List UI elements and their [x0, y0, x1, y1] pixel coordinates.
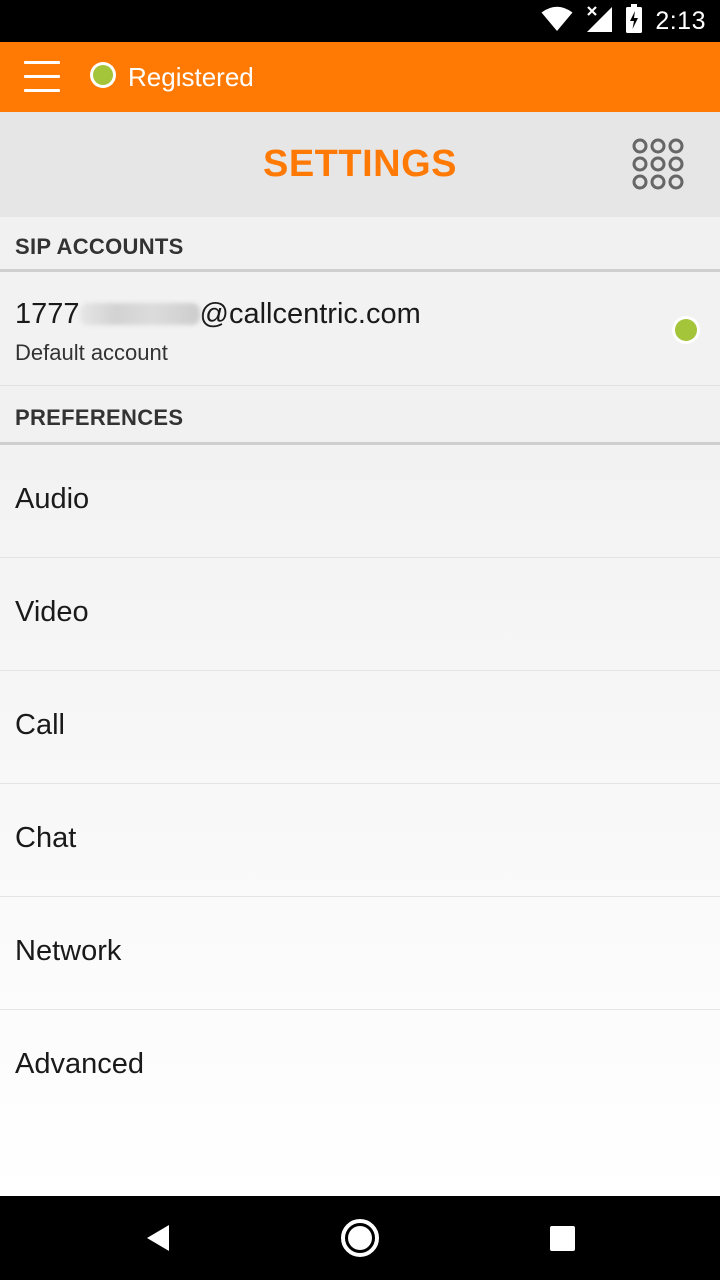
pref-item-video[interactable]: Video [0, 558, 720, 671]
pref-item-label: Network [15, 935, 122, 967]
battery-charging-icon [625, 3, 643, 39]
preferences-list: Audio Video Call Chat Network Advanced [0, 445, 720, 1196]
sip-accounts-header-label: SIP ACCOUNTS [15, 234, 184, 259]
pref-item-label: Call [15, 709, 65, 741]
pref-item-chat[interactable]: Chat [0, 784, 720, 897]
status-time: 2:13 [655, 6, 706, 35]
account-subtitle: Default account [15, 340, 168, 365]
wifi-icon [541, 6, 573, 37]
signal-no-data-icon [585, 5, 613, 38]
pref-item-audio[interactable]: Audio [0, 445, 720, 558]
pref-item-call[interactable]: Call [0, 671, 720, 784]
hamburger-menu-icon[interactable] [24, 59, 60, 95]
account-address-prefix: 1777 [15, 298, 80, 330]
back-icon[interactable] [134, 1214, 182, 1262]
pref-item-advanced[interactable]: Advanced [0, 1010, 720, 1123]
pref-item-label: Audio [15, 483, 90, 515]
preferences-header: PREFERENCES [0, 386, 720, 445]
pref-item-label: Chat [15, 822, 77, 854]
registration-status-label: Registered [128, 62, 254, 92]
pref-item-label: Advanced [15, 1048, 144, 1080]
sip-account-row[interactable]: 1777 @callcentric.com Default account [0, 272, 720, 386]
account-status-dot [675, 319, 697, 341]
dialpad-icon[interactable] [628, 136, 688, 196]
home-icon[interactable] [336, 1214, 384, 1262]
preferences-header-label: PREFERENCES [15, 405, 184, 430]
status-bar: 2:13 [0, 0, 720, 42]
account-address: 1777 @callcentric.com [15, 298, 421, 331]
title-bar: SETTINGS [0, 112, 720, 217]
sip-accounts-header: SIP ACCOUNTS [0, 217, 720, 272]
app-bar: Registered [0, 42, 720, 112]
redacted-number [79, 303, 200, 325]
account-address-suffix: @callcentric.com [199, 298, 421, 330]
navigation-bar [0, 1196, 720, 1280]
status-icons: 2:13 [541, 0, 706, 42]
page-title: SETTINGS [262, 143, 458, 185]
settings-screen: 2:13 Registered SETTINGS SIP ACCOUNTS 17… [0, 0, 720, 1280]
pref-item-label: Video [15, 596, 89, 628]
recents-icon[interactable] [538, 1214, 586, 1262]
registration-status-dot [93, 65, 113, 85]
pref-item-network[interactable]: Network [0, 897, 720, 1010]
